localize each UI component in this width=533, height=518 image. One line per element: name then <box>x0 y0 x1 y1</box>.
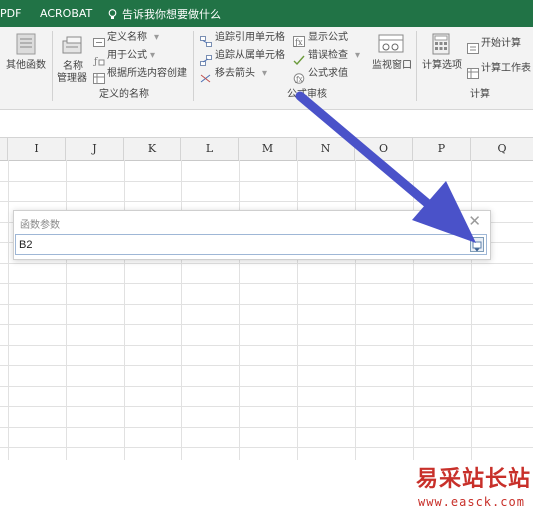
column-header-row: I J K L M N O P Q <box>0 138 533 161</box>
watermark-url: www.easck.com <box>418 495 525 509</box>
column-header-partial[interactable] <box>0 138 8 160</box>
column-header-J[interactable]: J <box>66 138 124 160</box>
define-name-icon <box>93 33 105 47</box>
chevron-down-icon[interactable]: ▾ <box>262 68 267 80</box>
show-formulas-button[interactable]: 显示公式 <box>308 32 348 44</box>
lightbulb-icon <box>108 9 117 19</box>
trace-dependents-button[interactable]: 追踪从属单元格 <box>215 50 285 62</box>
column-header-I[interactable]: I <box>8 138 66 160</box>
evaluate-formula-icon: ƒx <box>293 69 305 84</box>
column-header-Q[interactable]: Q <box>471 138 533 160</box>
svg-text:ƒx: ƒx <box>295 76 303 84</box>
function-arguments-dialog: 函数参数 ✕ B2 <box>13 210 491 260</box>
tab-acrobat[interactable]: ACROBAT <box>40 7 92 20</box>
expand-dialog-button[interactable] <box>470 237 484 252</box>
use-in-formula-icon: ƒ <box>93 51 105 67</box>
watermark: 易采站长站 www.easck.com <box>412 461 533 518</box>
name-manager-label-1[interactable]: 名称 <box>63 61 83 73</box>
dialog-title: 函数参数 <box>20 220 60 231</box>
group-label-formula-auditing: 公式审核 <box>287 89 327 100</box>
expand-icon <box>472 241 482 252</box>
watch-window-icon <box>378 34 404 60</box>
calculation-options-button[interactable]: 计算选项 <box>422 60 462 72</box>
svg-text:ƒx: ƒx <box>294 38 303 47</box>
formula-bar-area[interactable] <box>0 110 533 138</box>
group-label-defined-names: 定义的名称 <box>99 89 149 100</box>
ribbon: 其他函数 名称 管理器 定义名称 ▾ ƒ 用于公式 ▾ 根据所选内容创建 定义的… <box>0 27 533 110</box>
column-header-O[interactable]: O <box>355 138 413 160</box>
calculate-now-icon <box>467 39 479 54</box>
evaluate-formula-button[interactable]: 公式求值 <box>308 68 348 80</box>
trace-precedents-icon <box>200 32 212 47</box>
name-manager-label-2[interactable]: 管理器 <box>57 73 87 85</box>
reference-input[interactable]: B2 <box>15 234 487 255</box>
watch-window-button[interactable]: 监视窗口 <box>372 60 412 72</box>
ribbon-separator <box>52 31 53 101</box>
close-icon[interactable]: ✕ <box>468 213 481 229</box>
other-functions-button[interactable]: 其他函数 <box>6 60 46 72</box>
error-checking-icon <box>293 51 305 66</box>
trace-dependents-icon <box>200 51 212 66</box>
chevron-down-icon[interactable]: ▾ <box>150 50 155 62</box>
column-header-K[interactable]: K <box>124 138 181 160</box>
calculation-options-icon <box>432 33 450 59</box>
tab-pdf[interactable]: PDF <box>0 7 21 20</box>
remove-arrows-button[interactable]: 移去箭头 <box>215 68 255 80</box>
chevron-down-icon[interactable]: ▾ <box>355 50 360 62</box>
column-header-M[interactable]: M <box>239 138 297 160</box>
trace-precedents-button[interactable]: 追踪引用单元格 <box>215 32 285 44</box>
cell-grid[interactable] <box>0 160 533 460</box>
create-from-selection-button[interactable]: 根据所选内容创建 <box>107 68 187 80</box>
chevron-down-icon[interactable]: ▾ <box>154 32 159 44</box>
watermark-title: 易采站长站 <box>416 466 532 492</box>
ribbon-separator <box>416 31 417 101</box>
calculate-sheet-button[interactable]: 计算工作表 <box>481 63 531 75</box>
use-in-formula-button[interactable]: 用于公式 <box>107 50 147 62</box>
name-manager-icon <box>62 35 86 59</box>
show-formulas-icon: ƒx <box>293 32 305 47</box>
define-name-button[interactable]: 定义名称 <box>107 32 147 44</box>
group-label-calculation: 计算 <box>470 89 490 100</box>
column-header-P[interactable]: P <box>413 138 471 160</box>
column-header-L[interactable]: L <box>181 138 239 160</box>
create-from-selection-icon <box>93 69 105 84</box>
ribbon-separator <box>193 31 194 101</box>
calculate-now-button[interactable]: 开始计算 <box>481 38 521 50</box>
remove-arrows-icon <box>200 69 212 83</box>
tell-me-label: 告诉我你想要做什么 <box>122 8 221 21</box>
error-checking-button[interactable]: 错误检查 <box>308 50 348 62</box>
other-functions-icon <box>16 33 36 59</box>
calculate-sheet-icon <box>467 64 479 79</box>
svg-text:ƒ: ƒ <box>93 57 98 66</box>
tell-me-search[interactable]: 告诉我你想要做什么 <box>108 6 221 22</box>
column-header-N[interactable]: N <box>297 138 355 160</box>
reference-value: B2 <box>19 239 33 251</box>
ribbon-tab-bar: PDF ACROBAT 告诉我你想要做什么 <box>0 0 533 27</box>
